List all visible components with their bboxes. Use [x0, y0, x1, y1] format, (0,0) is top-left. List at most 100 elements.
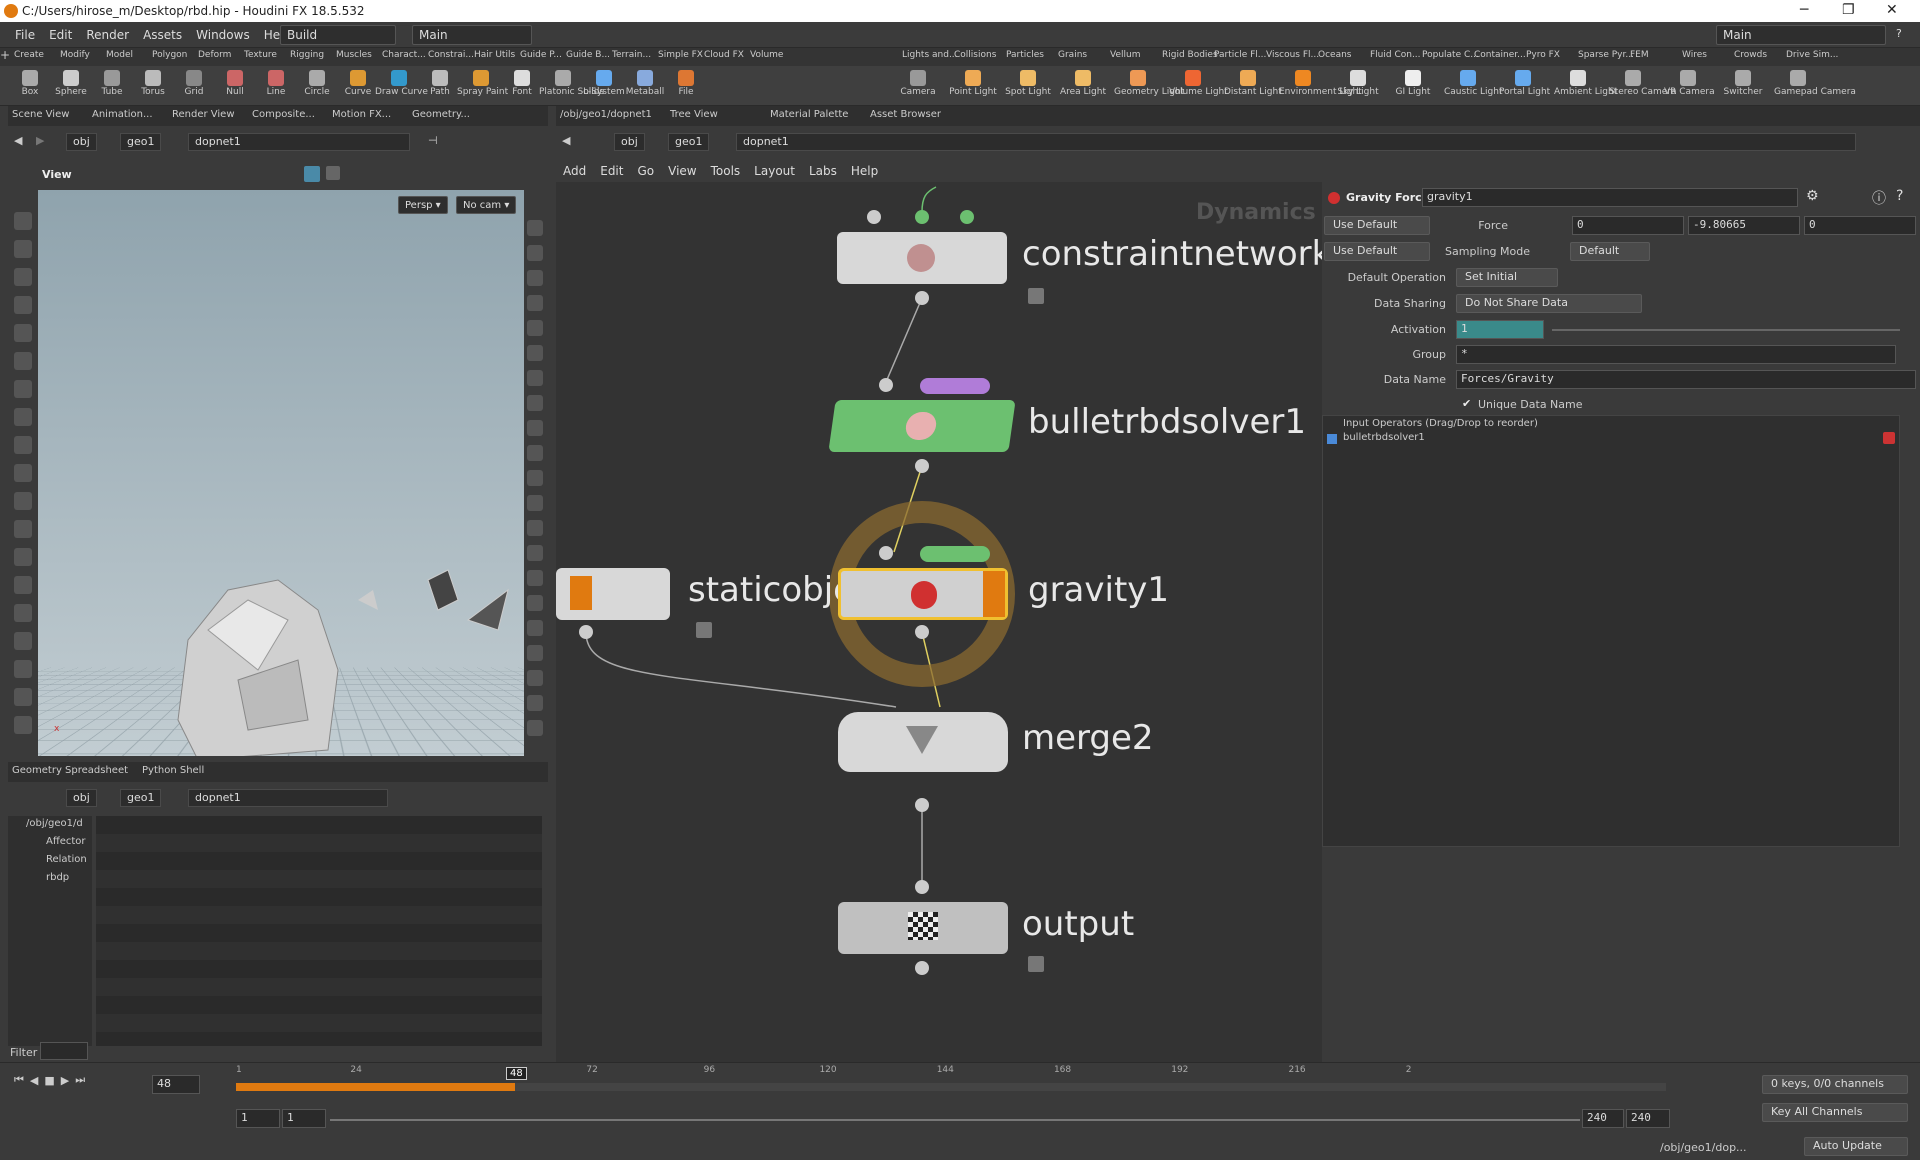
pin-icon[interactable]: ⊣	[428, 134, 438, 147]
tab--obj-geo1-dopnet1[interactable]: /obj/geo1/dopnet1	[560, 109, 652, 120]
tool-volume-light[interactable]: Volume Light	[1169, 68, 1228, 97]
share-dropdown[interactable]: Do Not Share Data	[1456, 294, 1642, 313]
stop-icon[interactable]: ■	[44, 1074, 54, 1087]
viewport-tool-17-icon[interactable]	[14, 688, 32, 706]
display-tool-18-icon[interactable]	[527, 670, 543, 686]
display-tool-9-icon[interactable]	[527, 445, 543, 461]
menu-assets[interactable]: Assets	[136, 28, 189, 42]
info-icon[interactable]: ⓘ	[1872, 188, 1886, 208]
activation-field[interactable]: 1	[1456, 320, 1544, 339]
viewport-tool-18-icon[interactable]	[14, 716, 32, 734]
menu-edit[interactable]: Edit	[42, 28, 79, 42]
cam-menu[interactable]: No cam ▾	[456, 196, 517, 214]
node-merge[interactable]	[838, 712, 1008, 772]
viewport-tool-0-icon[interactable]	[14, 212, 32, 230]
shelf-tab-r-fluid-con[interactable]: Fluid Con...	[1370, 50, 1421, 60]
sheet-crumb-net[interactable]: dopnet1	[188, 789, 388, 807]
display-tool-0-icon[interactable]	[527, 220, 543, 236]
shelf-tab-r-vellum[interactable]: Vellum	[1110, 50, 1140, 60]
tab-render-view[interactable]: Render View	[172, 109, 235, 120]
display-tool-7-icon[interactable]	[527, 395, 543, 411]
n5-input[interactable]	[915, 880, 929, 894]
tool-switcher[interactable]: Switcher	[1719, 68, 1767, 97]
viewport-tool-8-icon[interactable]	[14, 436, 32, 454]
shelf-tab-constrai[interactable]: Constrai...	[428, 50, 474, 60]
range-end2-field[interactable]: 240	[1626, 1109, 1670, 1128]
n2-input[interactable]	[879, 378, 893, 392]
select-mode-icon[interactable]	[304, 166, 320, 182]
n6-output[interactable]	[579, 625, 593, 639]
net-menu-view[interactable]: View	[661, 164, 703, 178]
node-output[interactable]	[838, 902, 1008, 954]
tool-caustic-light[interactable]: Caustic Light	[1444, 68, 1503, 97]
tool-area-light[interactable]: Area Light	[1059, 68, 1107, 97]
net-crumb-net[interactable]: dopnet1	[736, 133, 1856, 151]
n1-input-a[interactable]	[867, 210, 881, 224]
shelf-tab-muscles[interactable]: Muscles	[336, 50, 372, 60]
param-node-name[interactable]: gravity1	[1422, 188, 1798, 207]
n3-output[interactable]	[915, 625, 929, 639]
viewport-tool-7-icon[interactable]	[14, 408, 32, 426]
tab-motion-fx[interactable]: Motion FX...	[332, 109, 391, 120]
viewport-tool-1-icon[interactable]	[14, 240, 32, 258]
shelf-tab-volume[interactable]: Volume	[750, 50, 783, 60]
menu-render[interactable]: Render	[79, 28, 136, 42]
display-tool-15-icon[interactable]	[527, 595, 543, 611]
scene-viewport[interactable]: Persp ▾ No cam ▾ x	[8, 190, 524, 756]
shelf-tab-r-grains[interactable]: Grains	[1058, 50, 1087, 60]
force-y-field[interactable]: -9.80665	[1688, 216, 1800, 235]
shelf-tab-r-viscous-fl[interactable]: Viscous Fl...	[1266, 50, 1319, 60]
sheet-crumb-obj[interactable]: obj	[66, 789, 97, 807]
range-start-field[interactable]: 1	[236, 1109, 280, 1128]
range-slider[interactable]	[330, 1119, 1580, 1121]
net-menu-help[interactable]: Help	[844, 164, 885, 178]
display-tool-3-icon[interactable]	[527, 295, 543, 311]
shelf-tab-cloud-fx[interactable]: Cloud FX	[704, 50, 744, 60]
shelf-tab-r-collisions[interactable]: Collisions	[954, 50, 996, 60]
close-icon[interactable]: ✕	[1886, 2, 1898, 18]
net-crumb-obj[interactable]: obj	[614, 133, 645, 151]
menu-file[interactable]: File	[8, 28, 42, 42]
maximize-icon[interactable]: ❐	[1842, 2, 1855, 18]
display-tool-2-icon[interactable]	[527, 270, 543, 286]
node-bulletrbdsolver[interactable]	[828, 400, 1016, 452]
tool-stereo-camera[interactable]: Stereo Camera	[1609, 68, 1677, 97]
filter-input[interactable]	[40, 1042, 88, 1060]
range-end-field[interactable]: 240	[1582, 1109, 1624, 1128]
viewport-tool-13-icon[interactable]	[14, 576, 32, 594]
n1-output[interactable]	[915, 291, 929, 305]
viewport-tool-4-icon[interactable]	[14, 324, 32, 342]
gear-icon[interactable]: ⚙	[1806, 188, 1819, 204]
unique-checkbox[interactable]: ✔	[1462, 397, 1471, 410]
network-editor[interactable]: Dynamics constraintnetwork1 bulletrbdsol…	[556, 182, 1322, 1062]
dname-field[interactable]: Forces/Gravity	[1456, 370, 1916, 389]
display-tool-14-icon[interactable]	[527, 570, 543, 586]
shelf-tab-r-oceans[interactable]: Oceans	[1318, 50, 1351, 60]
tool-vr-camera[interactable]: VR Camera	[1664, 68, 1715, 97]
shelf-tab-guide-b[interactable]: Guide B...	[566, 50, 610, 60]
persp-menu[interactable]: Persp ▾	[398, 196, 448, 214]
tool-geometry-light[interactable]: Geometry Light	[1114, 68, 1184, 97]
net-back-icon[interactable]: ◀	[562, 134, 570, 147]
range-start2-field[interactable]: 1	[282, 1109, 326, 1128]
help-circle-icon[interactable]: ?	[1896, 188, 1903, 204]
viewport-tool-11-icon[interactable]	[14, 520, 32, 538]
back-icon[interactable]: ◀	[14, 134, 22, 147]
play-icon[interactable]: ▶	[61, 1074, 69, 1087]
step-back-icon[interactable]: ◀	[30, 1074, 38, 1087]
display-tool-20-icon[interactable]	[527, 720, 543, 736]
display-tool-19-icon[interactable]	[527, 695, 543, 711]
key-all-button[interactable]: Key All Channels	[1762, 1103, 1908, 1122]
sampling-dropdown[interactable]: Default	[1570, 242, 1650, 261]
tool-ambient-light[interactable]: Ambient Light	[1554, 68, 1617, 97]
tool-portal-light[interactable]: Portal Light	[1499, 68, 1550, 97]
n5-output[interactable]	[915, 961, 929, 975]
tab-material-palette[interactable]: Material Palette	[770, 109, 848, 120]
node-staticobject[interactable]	[556, 568, 670, 620]
shelf-tab-r-fem[interactable]: FEM	[1630, 50, 1649, 60]
tool-point-light[interactable]: Point Light	[949, 68, 997, 97]
shelf-tab-r-rigid-bodies[interactable]: Rigid Bodies	[1162, 50, 1218, 60]
viewport-tool-9-icon[interactable]	[14, 464, 32, 482]
shelf-tab-r-populate-c[interactable]: Populate C...	[1422, 50, 1479, 60]
tree-item-relation[interactable]: Relation	[46, 854, 87, 865]
